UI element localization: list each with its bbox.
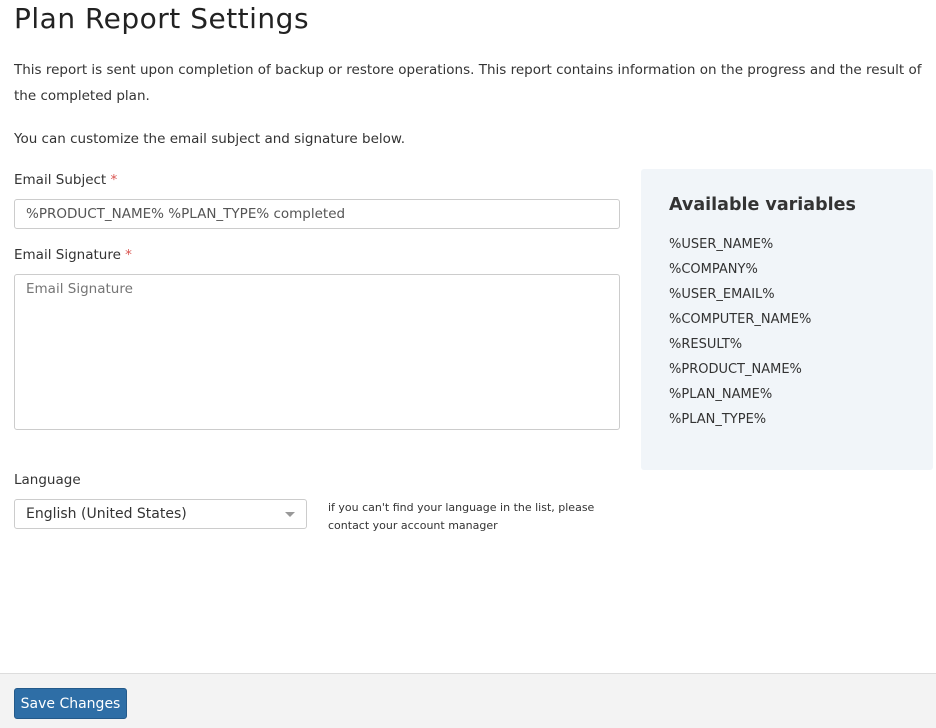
- language-label: Language: [14, 472, 81, 488]
- variable-item: %RESULT%: [669, 337, 743, 352]
- variable-item: %COMPANY%: [669, 262, 758, 277]
- save-changes-button[interactable]: Save Changes: [14, 688, 127, 719]
- page-title: Plan Report Settings: [14, 2, 310, 35]
- chevron-down-icon: [285, 512, 295, 517]
- footer-bar: Save Changes: [0, 673, 936, 728]
- language-selected: English (United States): [26, 506, 187, 522]
- available-variables-panel: Available variables %USER_NAME% %COMPANY…: [641, 169, 933, 470]
- customize-note: You can customize the email subject and …: [14, 131, 405, 147]
- label-text: Email Signature: [14, 247, 121, 263]
- variables-title: Available variables: [669, 195, 856, 215]
- required-marker: *: [125, 247, 132, 263]
- description: This report is sent upon completion of b…: [14, 62, 922, 104]
- email-subject-input[interactable]: [14, 199, 620, 229]
- required-marker: *: [110, 172, 118, 188]
- email-signature-label: Email Signature *: [14, 247, 132, 263]
- language-hint: if you can't find your language in the l…: [328, 501, 595, 532]
- variable-item: %PRODUCT_NAME%: [669, 362, 802, 377]
- variable-item: %PLAN_TYPE%: [669, 412, 767, 427]
- email-signature-textarea[interactable]: [14, 274, 620, 430]
- label-text: Email Subject: [14, 172, 107, 188]
- variable-item: %USER_NAME%: [669, 237, 774, 252]
- email-subject-label: Email Subject *: [14, 172, 117, 188]
- variable-item: %PLAN_NAME%: [669, 387, 773, 402]
- variable-item: %USER_EMAIL%: [669, 287, 775, 302]
- variable-item: %COMPUTER_NAME%: [669, 312, 812, 327]
- language-select[interactable]: English (United States): [14, 499, 307, 529]
